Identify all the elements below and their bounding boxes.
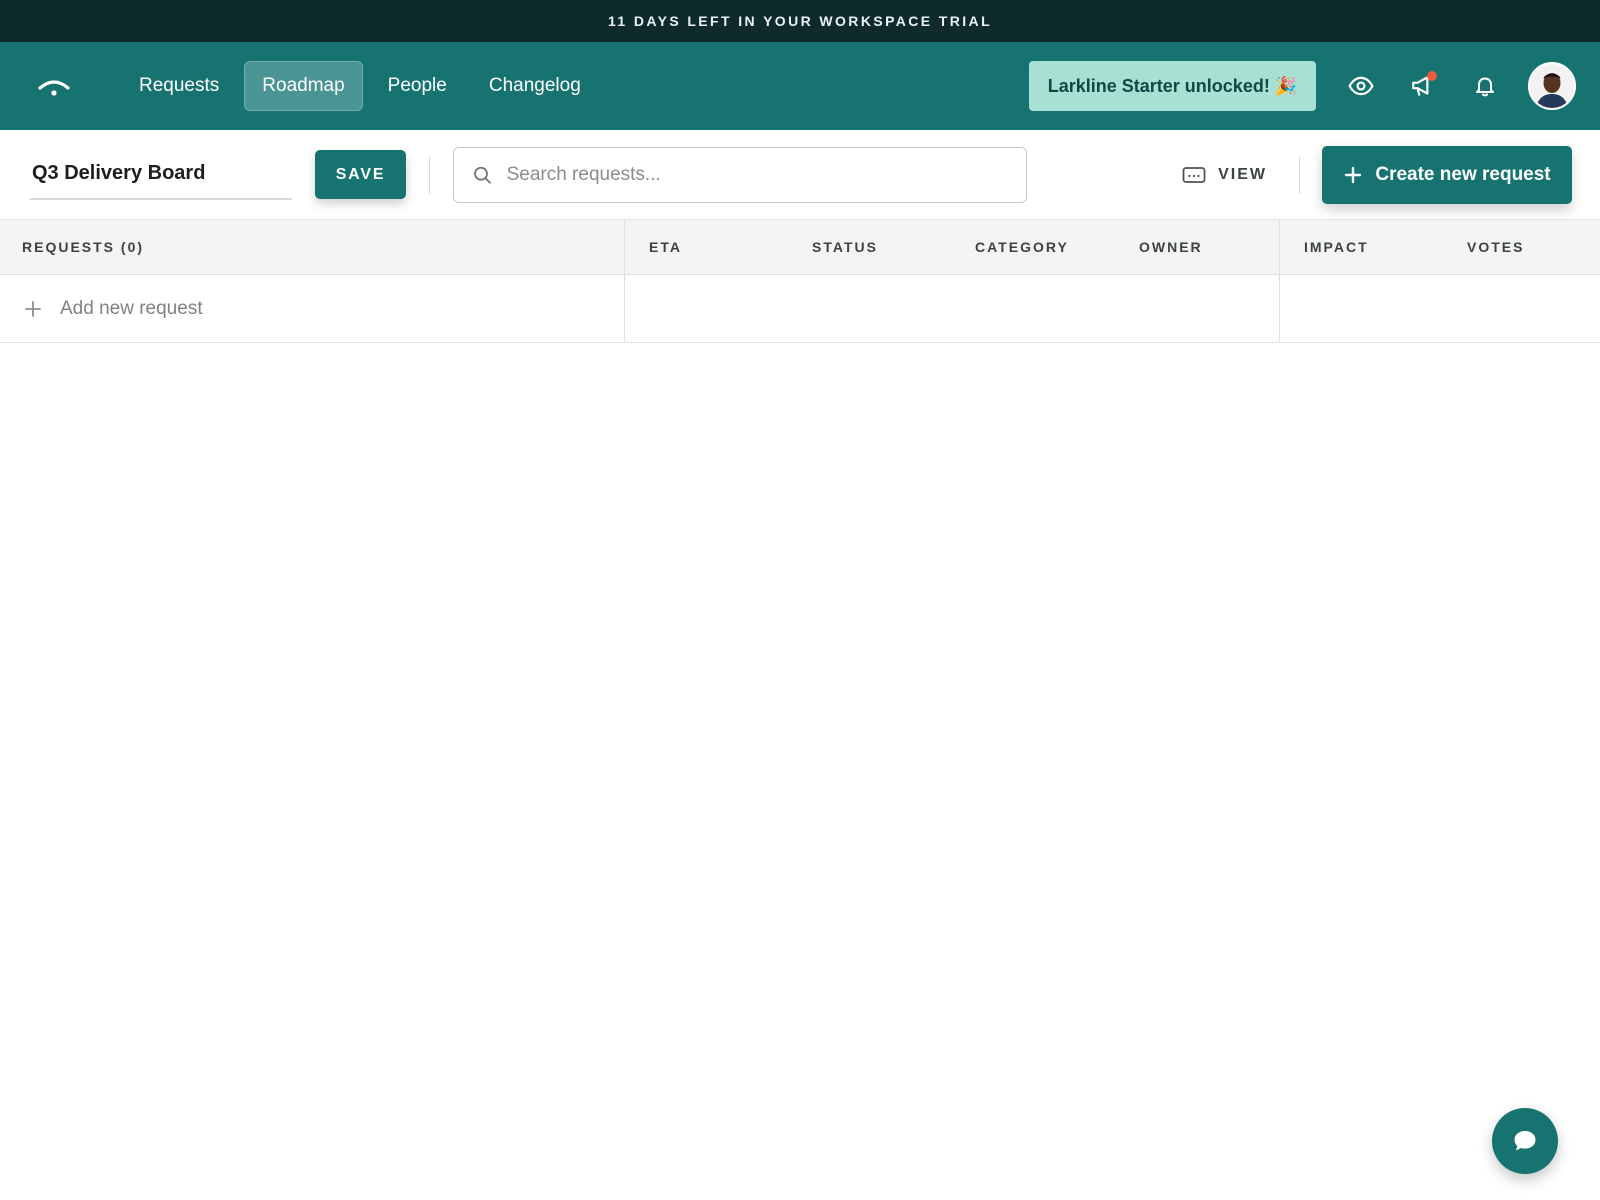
chat-bubble-icon <box>1514 1131 1536 1151</box>
eye-icon[interactable] <box>1330 61 1392 111</box>
search-input[interactable] <box>506 163 1008 186</box>
keyboard-icon <box>1182 166 1206 183</box>
user-avatar[interactable] <box>1528 62 1576 110</box>
column-header-category[interactable]: CATEGORY <box>975 220 1139 274</box>
nav-link-people[interactable]: People <box>371 61 464 111</box>
table-cell-empty <box>1280 275 1600 342</box>
column-header-eta[interactable]: ETA <box>649 220 812 274</box>
create-request-label: Create new request <box>1375 163 1551 185</box>
board-title-field[interactable]: Q3 Delivery Board <box>30 150 292 200</box>
table-header: REQUESTS (0) ETA STATUS CATEGORY OWNER I… <box>0 220 1600 275</box>
trial-banner: 11 DAYS LEFT IN YOUR WORKSPACE TRIAL <box>0 0 1600 42</box>
table-row: Add new request <box>0 275 1600 343</box>
nav-actions: Larkline Starter unlocked! 🎉 <box>1029 61 1576 111</box>
top-navigation: Requests Roadmap People Changelog Larkli… <box>0 42 1600 130</box>
column-header-impact[interactable]: IMPACT <box>1304 220 1467 274</box>
promo-button[interactable]: Larkline Starter unlocked! 🎉 <box>1029 61 1316 111</box>
view-button[interactable]: VIEW <box>1172 166 1277 184</box>
column-header-status[interactable]: STATUS <box>812 220 975 274</box>
chat-button[interactable] <box>1492 1108 1558 1174</box>
nav-link-changelog[interactable]: Changelog <box>472 61 598 111</box>
logo-icon[interactable] <box>30 62 78 110</box>
trial-banner-text: 11 DAYS LEFT IN YOUR WORKSPACE TRIAL <box>607 13 993 29</box>
add-request-row[interactable]: Add new request <box>0 275 625 342</box>
nav-link-requests[interactable]: Requests <box>122 61 236 111</box>
column-header-owner[interactable]: OWNER <box>1139 220 1279 274</box>
search-icon <box>474 166 491 184</box>
table-cell-empty <box>625 275 1280 342</box>
nav-links: Requests Roadmap People Changelog <box>122 61 598 111</box>
toolbar-divider-right <box>1299 155 1300 194</box>
megaphone-icon[interactable] <box>1392 61 1454 111</box>
column-group-details: ETA STATUS CATEGORY OWNER <box>625 220 1280 274</box>
board-toolbar: Q3 Delivery Board SAVE VIEW Create new r… <box>0 130 1600 220</box>
column-header-requests[interactable]: REQUESTS (0) <box>0 220 625 274</box>
notification-dot <box>1427 71 1437 81</box>
add-request-label: Add new request <box>60 297 203 319</box>
bell-icon[interactable] <box>1454 61 1516 111</box>
toolbar-divider <box>429 155 430 194</box>
nav-link-roadmap[interactable]: Roadmap <box>244 61 363 111</box>
save-button[interactable]: SAVE <box>315 150 406 199</box>
column-group-metrics: IMPACT VOTES <box>1280 220 1600 274</box>
view-button-label: VIEW <box>1218 165 1267 183</box>
column-header-votes[interactable]: VOTES <box>1467 220 1587 274</box>
search-box[interactable] <box>453 146 1027 203</box>
plus-icon <box>1345 166 1362 183</box>
create-request-button[interactable]: Create new request <box>1322 145 1572 204</box>
plus-icon <box>25 300 41 317</box>
